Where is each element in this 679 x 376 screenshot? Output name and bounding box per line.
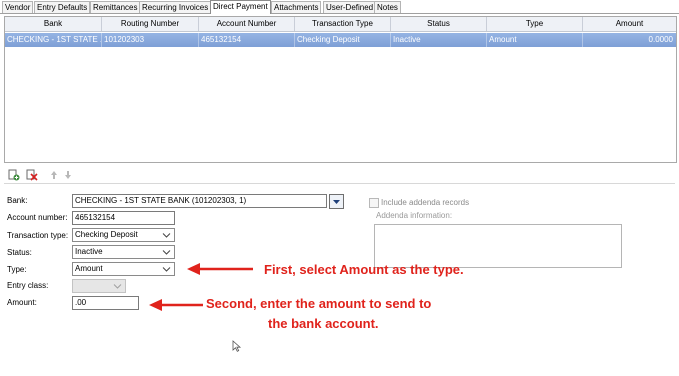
cell-type: Amount bbox=[487, 33, 583, 47]
tab-remittances[interactable]: Remittances bbox=[90, 1, 141, 13]
cell-routing-number: 101202303 bbox=[102, 33, 199, 47]
type-value: Amount bbox=[75, 264, 103, 273]
chevron-down-icon bbox=[113, 284, 122, 289]
column-header-bank[interactable]: Bank bbox=[5, 17, 102, 31]
status-value: Inactive bbox=[75, 247, 103, 256]
tab-entry-defaults[interactable]: Entry Defaults bbox=[34, 1, 91, 13]
status-label: Status: bbox=[7, 248, 32, 257]
table-row[interactable]: CHECKING - 1ST STATE ... 101202303 46513… bbox=[5, 33, 676, 47]
column-header-routing-number[interactable]: Routing Number bbox=[102, 17, 199, 31]
entry-class-select[interactable] bbox=[72, 279, 126, 293]
cell-amount: 0.0000 bbox=[648, 35, 673, 44]
type-label: Type: bbox=[7, 265, 27, 274]
status-select[interactable]: Inactive bbox=[72, 245, 175, 259]
chevron-down-icon bbox=[162, 267, 171, 272]
transaction-type-value: Checking Deposit bbox=[75, 230, 138, 239]
tab-direct-payment[interactable]: Direct Payment bbox=[210, 0, 271, 14]
tab-attachments[interactable]: Attachments bbox=[271, 1, 322, 13]
tab-bar: Vendor Entry Defaults Remittances Recurr… bbox=[0, 0, 679, 14]
transaction-type-label: Transaction type: bbox=[7, 231, 69, 240]
grid-header: Bank Routing Number Account Number Trans… bbox=[5, 17, 676, 32]
bank-field[interactable]: CHECKING - 1ST STATE BANK (101202303, 1) bbox=[72, 194, 327, 208]
column-header-type[interactable]: Type bbox=[487, 17, 583, 31]
move-up-icon[interactable] bbox=[48, 169, 60, 181]
move-down-icon[interactable] bbox=[62, 169, 74, 181]
add-record-icon[interactable] bbox=[8, 169, 20, 181]
annotation-second-line1: Second, enter the amount to send to bbox=[206, 296, 432, 311]
column-header-status[interactable]: Status bbox=[391, 17, 487, 31]
cell-account-number: 465132154 bbox=[199, 33, 295, 47]
chevron-down-icon bbox=[162, 233, 171, 238]
bank-label: Bank: bbox=[7, 196, 28, 205]
account-number-label: Account number: bbox=[7, 213, 68, 222]
tab-notes[interactable]: Notes bbox=[374, 1, 401, 13]
addenda-info-label: Addenda information: bbox=[376, 211, 453, 220]
annotation-first: First, select Amount as the type. bbox=[264, 262, 464, 277]
column-header-account-number[interactable]: Account Number bbox=[199, 17, 295, 31]
mouse-cursor-icon bbox=[232, 340, 242, 352]
include-addenda-checkbox[interactable] bbox=[369, 198, 379, 208]
amount-field[interactable]: .00 bbox=[72, 296, 139, 310]
account-number-field[interactable]: 465132154 bbox=[72, 211, 175, 225]
cell-transaction-type: Checking Deposit bbox=[295, 33, 391, 47]
amount-label: Amount: bbox=[7, 298, 37, 307]
chevron-down-icon bbox=[333, 200, 340, 204]
transaction-type-select[interactable]: Checking Deposit bbox=[72, 228, 175, 242]
delete-record-icon[interactable] bbox=[26, 169, 38, 181]
include-addenda-label: Include addenda records bbox=[381, 198, 470, 207]
cell-status: Inactive bbox=[391, 33, 487, 47]
chevron-down-icon bbox=[162, 250, 171, 255]
annotation-arrow-icon bbox=[149, 299, 203, 311]
tab-vendor[interactable]: Vendor bbox=[2, 1, 34, 13]
tab-user-defined[interactable]: User-Defined bbox=[323, 1, 377, 13]
column-header-transaction-type[interactable]: Transaction Type bbox=[295, 17, 391, 31]
annotation-arrow-icon bbox=[187, 263, 253, 275]
bank-dropdown-button[interactable] bbox=[329, 194, 344, 209]
annotation-second-line2: the bank account. bbox=[268, 316, 379, 331]
column-header-amount[interactable]: Amount bbox=[583, 17, 676, 31]
cell-bank: CHECKING - 1ST STATE ... bbox=[5, 33, 102, 47]
direct-payment-grid: Bank Routing Number Account Number Trans… bbox=[4, 16, 677, 163]
type-select[interactable]: Amount bbox=[72, 262, 175, 276]
tab-recurring-invoices[interactable]: Recurring Invoices bbox=[139, 1, 212, 13]
grid-toolbar bbox=[4, 167, 675, 184]
entry-class-label: Entry class: bbox=[7, 281, 49, 290]
